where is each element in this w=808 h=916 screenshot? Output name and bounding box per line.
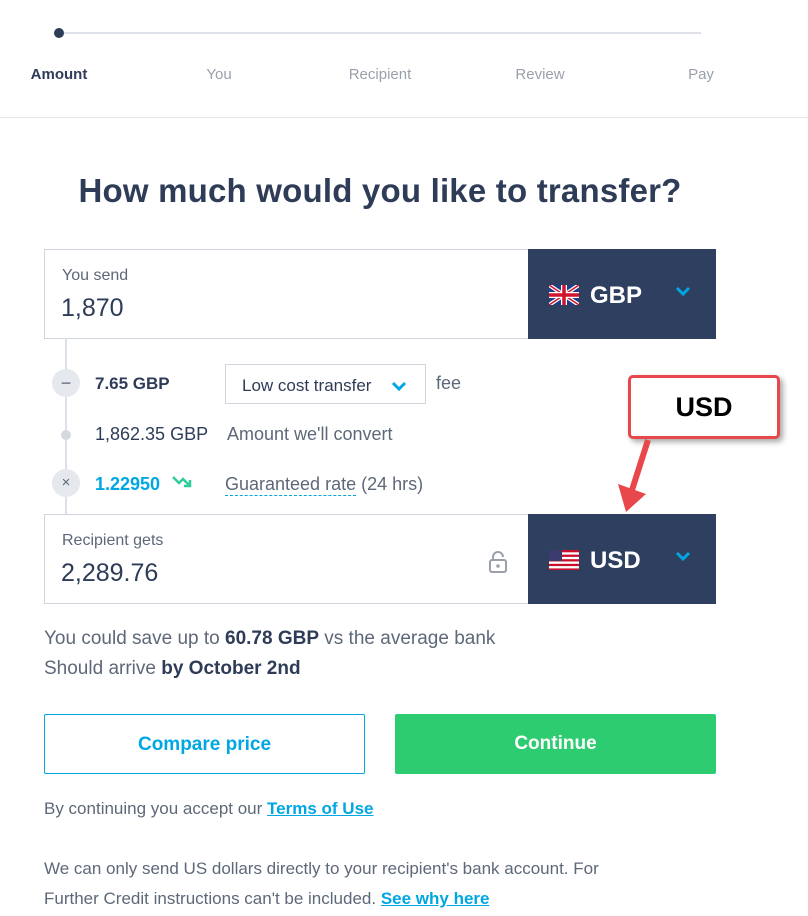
fee-amount: 7.65 GBP [95, 374, 170, 393]
savings-amount: 60.78 GBP [225, 628, 319, 649]
fee-type-value: Low cost transfer [242, 376, 372, 395]
guaranteed-rate-link[interactable]: Guaranteed rate [225, 474, 357, 496]
savings-prefix: You could save up to [44, 628, 220, 649]
page-title: How much would you like to transfer? [78, 172, 682, 209]
stepper-current-dot [54, 28, 64, 38]
receive-amount-box[interactable]: Recipient gets 2,289.76 USD [44, 514, 716, 604]
trend-down-icon [172, 476, 192, 488]
send-currency-code: GBP [590, 282, 643, 309]
receive-currency-select[interactable]: USD [528, 514, 716, 604]
breakdown-dot [61, 430, 71, 440]
step-review: Review [515, 66, 565, 83]
annotation-callout: USD [628, 375, 780, 439]
convert-amount: 1,862.35 GBP [95, 424, 209, 444]
receive-label: Recipient gets [62, 532, 164, 549]
stepper-track [59, 32, 701, 34]
chevron-down-icon [675, 286, 691, 297]
us-flag-icon [549, 550, 579, 570]
send-label: You send [62, 267, 129, 284]
annotation-arrow-icon [618, 439, 651, 512]
fee-label: fee [436, 373, 462, 393]
multiply-icon: × [52, 469, 80, 497]
exchange-rate: 1.22950 [95, 474, 161, 494]
continue-button[interactable]: Continue [395, 714, 716, 774]
step-recipient: Recipient [348, 66, 412, 83]
chevron-down-icon [391, 381, 407, 391]
savings-suffix: vs the average bank [324, 628, 496, 649]
notice-line-1: We can only send US dollars directly to … [44, 859, 599, 878]
notice-line-2-text: Further Credit instructions can't be inc… [44, 889, 377, 908]
arrival-text: Should arrive by October 2nd [44, 658, 301, 680]
convert-label: Amount we'll convert [227, 424, 393, 444]
terms-prefix: By continuing you accept our [44, 799, 263, 818]
chevron-down-icon [675, 551, 691, 562]
terms-of-use-link[interactable]: Terms of Use [267, 799, 373, 818]
fee-type-select[interactable]: Low cost transfer [225, 364, 426, 404]
guaranteed-rate-info[interactable]: Guaranteed rate (24 hrs) [225, 474, 424, 496]
step-pay: Pay [688, 66, 714, 83]
step-amount: Amount [30, 66, 88, 83]
uk-flag-icon [549, 285, 579, 305]
minus-icon: − [52, 369, 80, 397]
receive-amount-input[interactable]: 2,289.76 [61, 559, 158, 588]
see-why-link[interactable]: See why here [381, 889, 490, 908]
progress-stepper: Amount You Recipient Review Pay [0, 0, 808, 118]
compare-price-button[interactable]: Compare price [44, 714, 365, 774]
terms-text: By continuing you accept our Terms of Us… [44, 799, 374, 819]
receive-currency-code: USD [590, 547, 641, 574]
send-currency-select[interactable]: GBP [528, 249, 716, 339]
savings-text: You could save up to 60.78 GBP vs the av… [44, 628, 495, 650]
transfer-page: Amount You Recipient Review Pay How much… [0, 0, 808, 916]
arrival-prefix: Should arrive [44, 658, 156, 679]
send-amount-box[interactable]: You send 1,870 GBP [44, 249, 716, 339]
rate-duration: (24 hrs) [361, 474, 424, 494]
step-you: You [206, 66, 232, 83]
lock-icon[interactable] [488, 550, 508, 574]
notice-line-2: Further Credit instructions can't be inc… [44, 889, 489, 909]
arrival-date: by October 2nd [161, 658, 301, 679]
send-amount-input[interactable]: 1,870 [61, 294, 124, 323]
